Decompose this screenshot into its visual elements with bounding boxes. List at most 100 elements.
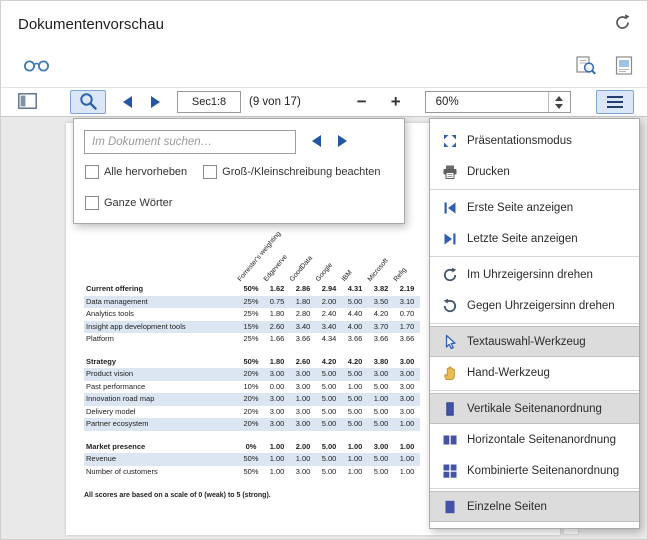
menu-item-first-page[interactable]: Erste Seite anzeigen	[430, 192, 639, 223]
column-header: Relig	[393, 267, 408, 283]
checkbox[interactable]	[203, 165, 217, 179]
document-table-body: Current offering50%1.622.862.944.313.822…	[84, 283, 420, 478]
table-cell: 25%	[238, 333, 264, 346]
table-cell: 5.00	[316, 466, 342, 479]
subtoolbar-right	[574, 54, 635, 80]
page-number-input[interactable]	[177, 91, 241, 113]
table-cell: 3.40	[316, 321, 342, 334]
find-previous-button[interactable]	[312, 135, 321, 150]
menu-item-print[interactable]: Drucken	[430, 156, 639, 187]
table-cell: 50%	[238, 466, 264, 479]
horizontal-layout-icon	[441, 431, 458, 448]
row-label: Platform	[84, 333, 238, 346]
table-cell: 2.80	[290, 308, 316, 321]
table-diagonal-headers: Forrester's weightingEdgeverveGoodDataGo…	[84, 227, 418, 283]
page-title: Dokumentenvorschau	[18, 16, 164, 33]
row-label: Product vision	[84, 368, 238, 381]
document-preview-window: Dokumentenvorschau	[0, 0, 648, 540]
table-cell: 1.66	[264, 333, 290, 346]
row-label: Past performance	[84, 381, 238, 394]
column-header: Microsoft	[367, 257, 390, 283]
table-cell: 3.00	[290, 368, 316, 381]
menu-item-single-pages[interactable]: Einzelne Seiten	[430, 491, 639, 522]
checkbox[interactable]	[85, 165, 99, 179]
reading-view-button[interactable]	[21, 56, 52, 78]
table-cell: 1.00	[290, 393, 316, 406]
table-cell: 5.00	[368, 466, 394, 479]
table-cell: 1.00	[342, 466, 368, 479]
table-cell: 5.00	[316, 393, 342, 406]
print-icon	[441, 163, 458, 180]
zoom-in-button[interactable]: +	[381, 90, 411, 114]
text-select-tool-icon	[441, 333, 458, 350]
table-cell: 0.70	[394, 308, 420, 321]
table-cell: 4.40	[342, 308, 368, 321]
table-cell: 3.00	[264, 418, 290, 431]
presentation-mode-icon	[441, 132, 458, 149]
table-cell: 2.86	[290, 283, 316, 296]
menu-item-label: Gegen Uhrzeigersinn drehen	[467, 300, 615, 312]
menu-item-last-page[interactable]: Letzte Seite anzeigen	[430, 223, 639, 254]
option-whole-words[interactable]: Ganze Wörter	[85, 196, 172, 210]
zoom-out-icon: −	[352, 91, 372, 113]
search-popup: Alle hervorheben Groß-/Kleinschreibung b…	[73, 118, 405, 224]
table-cell: 3.00	[264, 406, 290, 419]
checkbox[interactable]	[85, 196, 99, 210]
table-cell: 3.50	[368, 296, 394, 309]
refresh-button[interactable]	[612, 12, 633, 36]
table-row: Number of customers50%1.003.005.001.005.…	[84, 466, 420, 479]
zoom-preview-button[interactable]	[574, 54, 598, 80]
checkbox-label: Ganze Wörter	[104, 197, 172, 209]
menu-item-text-select-tool[interactable]: Textauswahl-Werkzeug	[430, 326, 639, 357]
zoom-out-button[interactable]: −	[347, 90, 377, 114]
previous-page-button[interactable]	[115, 90, 139, 114]
menu-button[interactable]	[596, 90, 634, 114]
table-cell: 2.60	[290, 356, 316, 369]
menu-item-label: Einzelne Seiten	[467, 501, 547, 513]
next-page-button[interactable]	[143, 90, 167, 114]
table-cell: 5.00	[316, 418, 342, 431]
table-cell: 3.00	[290, 381, 316, 394]
search-input[interactable]	[84, 130, 296, 154]
option-highlight-all[interactable]: Alle hervorheben	[85, 165, 187, 179]
menu-item-horizontal-layout[interactable]: Horizontale Seitenanordnung	[430, 424, 639, 455]
table-cell: 20%	[238, 368, 264, 381]
sidebar-toggle-button[interactable]	[13, 90, 42, 114]
option-match-case[interactable]: Groß-/Kleinschreibung beachten	[203, 165, 380, 179]
zoom-level-select[interactable]: 60%	[425, 91, 571, 113]
page-count-label: (9 von 17)	[249, 96, 301, 108]
menu-item-label: Vertikale Seitenanordnung	[467, 403, 602, 415]
table-cell: 1.00	[368, 393, 394, 406]
menu-item-vertical-layout[interactable]: Vertikale Seitenanordnung	[430, 393, 639, 424]
table-spacer-row	[84, 346, 420, 356]
menu-item-label: Textauswahl-Werkzeug	[467, 336, 586, 348]
table-cell: 3.00	[290, 466, 316, 479]
zoom-in-icon: +	[386, 91, 406, 113]
column-header: Google	[315, 262, 334, 283]
menu-item-presentation-mode[interactable]: Präsentationsmodus	[430, 125, 639, 156]
menu-item-label: Horizontale Seitenanordnung	[467, 434, 616, 446]
table-cell: 4.00	[342, 321, 368, 334]
menu-item-rotate-clockwise[interactable]: Im Uhrzeigersinn drehen	[430, 259, 639, 290]
menu-item-combined-layout[interactable]: Kombinierte Seitenanordnung	[430, 455, 639, 486]
table-row: Current offering50%1.622.862.944.313.822…	[84, 283, 420, 296]
previous-page-icon	[123, 96, 132, 108]
table-cell: 50%	[238, 283, 264, 296]
column-header: Forrester's weighting	[237, 230, 283, 283]
column-header: Edgeverve	[263, 254, 289, 283]
header: Dokumentenvorschau	[1, 1, 647, 47]
menu-item-hand-tool[interactable]: Hand-Werkzeug	[430, 357, 639, 388]
table-cell: 1.00	[342, 453, 368, 466]
stepper-arrows-icon[interactable]	[548, 92, 570, 112]
table-cell: 3.00	[368, 368, 394, 381]
table-cell: 3.66	[342, 333, 368, 346]
menu-item-rotate-counterclockwise[interactable]: Gegen Uhrzeigersinn drehen	[430, 290, 639, 321]
row-label: Analytics tools	[84, 308, 238, 321]
table-row: Revenue50%1.001.005.001.005.001.00	[84, 453, 420, 466]
page-preview-button[interactable]	[613, 54, 635, 80]
search-button[interactable]	[70, 90, 106, 114]
table-cell: 2.00	[290, 441, 316, 454]
find-next-button[interactable]	[338, 135, 347, 150]
scores-table: Current offering50%1.622.862.944.313.822…	[84, 283, 420, 478]
find-next-icon	[338, 135, 347, 147]
